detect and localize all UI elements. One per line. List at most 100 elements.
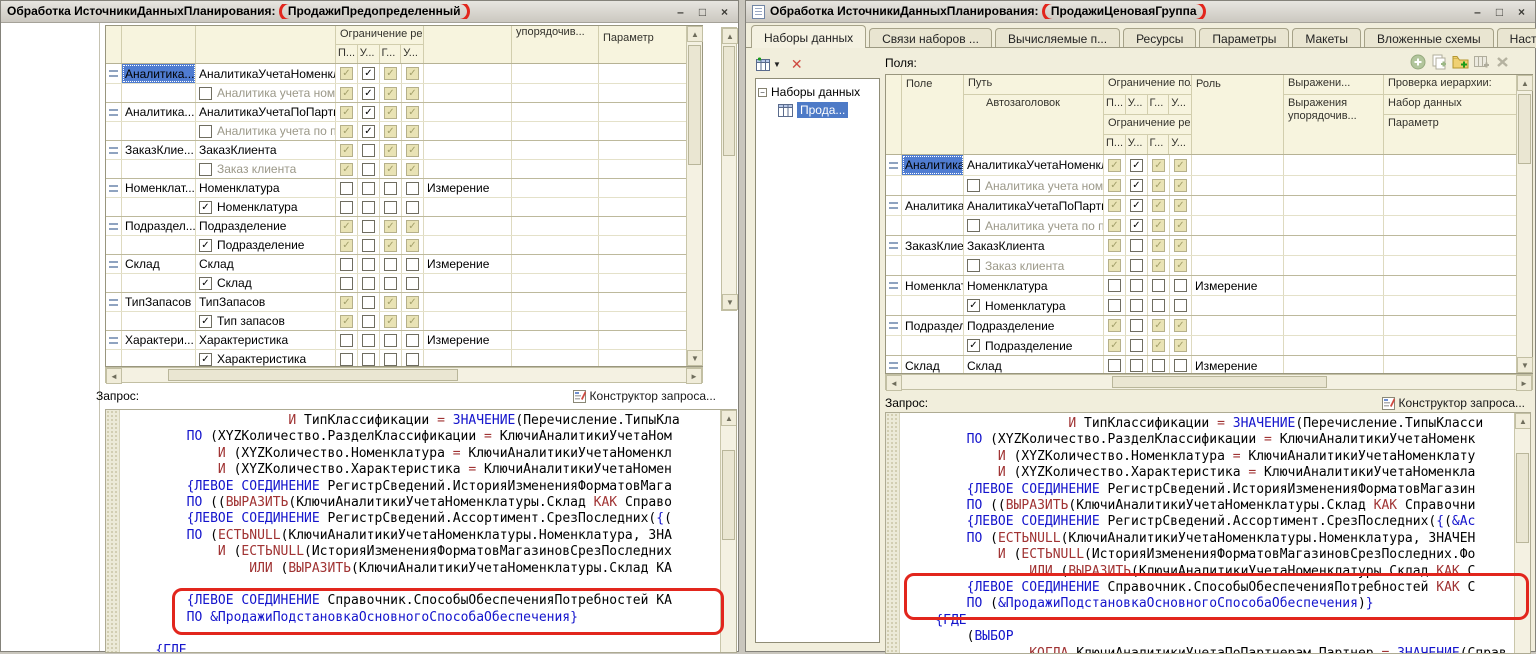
- tree-item-dataset[interactable]: Прода...: [778, 101, 877, 119]
- tab-Настройки[interactable]: Настройки: [1497, 28, 1536, 48]
- checkbox[interactable]: [340, 258, 353, 271]
- maximize-button[interactable]: □: [695, 5, 710, 19]
- parameter-cell[interactable]: [1384, 276, 1516, 295]
- parameter-cell[interactable]: [599, 350, 686, 366]
- expression-cell[interactable]: [1284, 256, 1384, 275]
- checkbox[interactable]: ✓: [362, 87, 375, 100]
- role-cell[interactable]: [1192, 236, 1284, 255]
- checkbox[interactable]: ✓: [406, 220, 419, 233]
- scroll-thumb[interactable]: [1112, 376, 1327, 388]
- grip-icon[interactable]: [109, 299, 118, 306]
- expression-cell[interactable]: [512, 122, 599, 140]
- checkbox[interactable]: ✓: [1108, 219, 1121, 232]
- checkbox[interactable]: ✓: [1152, 319, 1165, 332]
- table-horizontal-scrollbar[interactable]: ◄ ►: [105, 367, 703, 383]
- checkbox[interactable]: [384, 334, 397, 347]
- scroll-up-icon[interactable]: ▲: [721, 410, 737, 426]
- tab-Вычисляемые-п-[interactable]: Вычисляемые п...: [995, 28, 1120, 48]
- table-row[interactable]: Номенклат...НоменклатураИзмерение: [886, 275, 1516, 295]
- tree-item-datasets-root[interactable]: − Наборы данных: [758, 83, 877, 101]
- field-name-cell[interactable]: [902, 176, 964, 195]
- checkbox[interactable]: ✓: [340, 296, 353, 309]
- field-name-cell[interactable]: [122, 350, 196, 366]
- tab-Параметры[interactable]: Параметры: [1199, 28, 1289, 48]
- checkbox[interactable]: ✓: [1108, 319, 1121, 332]
- checkbox[interactable]: [406, 201, 419, 214]
- table-subrow[interactable]: Аналитика учета по па...✓✓✓✓: [886, 215, 1516, 235]
- field-path-cell[interactable]: Номенклатура: [196, 179, 336, 197]
- checkbox[interactable]: [406, 258, 419, 271]
- checkbox[interactable]: ✓: [1130, 199, 1143, 212]
- checkbox[interactable]: [1152, 299, 1165, 312]
- checkbox[interactable]: [1174, 279, 1187, 292]
- checkbox[interactable]: ✓: [384, 125, 397, 138]
- checkbox[interactable]: ✓: [1174, 219, 1187, 232]
- expression-cell[interactable]: [512, 255, 599, 273]
- field-name-cell[interactable]: Склад: [902, 356, 964, 373]
- field-name-cell[interactable]: Номенклат...: [902, 276, 964, 295]
- parameter-cell[interactable]: [599, 84, 686, 102]
- expression-cell[interactable]: [512, 274, 599, 292]
- checkbox[interactable]: [362, 334, 375, 347]
- checkbox[interactable]: [967, 179, 980, 192]
- table-subrow[interactable]: ✓Подразделение✓✓✓: [886, 335, 1516, 355]
- parameter-cell[interactable]: [599, 64, 686, 83]
- expression-cell[interactable]: [512, 84, 599, 102]
- table-vertical-scrollbar[interactable]: ▲ ▼: [686, 26, 702, 366]
- checkbox[interactable]: [1174, 299, 1187, 312]
- table-row[interactable]: Аналитика...АналитикаУчетаНоменкла...✓✓✓…: [886, 155, 1516, 175]
- close-button[interactable]: ×: [717, 5, 732, 19]
- checkbox[interactable]: ✓: [384, 315, 397, 328]
- expression-cell[interactable]: [512, 293, 599, 311]
- checkbox[interactable]: [1152, 359, 1165, 372]
- field-title-cell[interactable]: ✓Склад: [196, 274, 336, 292]
- checkbox[interactable]: [340, 277, 353, 290]
- checkbox[interactable]: ✓: [1152, 179, 1165, 192]
- role-cell[interactable]: [1192, 196, 1284, 215]
- scroll-right-icon[interactable]: ►: [1516, 375, 1532, 391]
- role-cell[interactable]: Измерение: [424, 255, 512, 273]
- field-path-cell[interactable]: АналитикаУчетаНоменкла...: [196, 64, 336, 83]
- field-path-cell[interactable]: Склад: [964, 356, 1104, 373]
- field-name-cell[interactable]: Аналитика...: [122, 64, 196, 83]
- titlebar[interactable]: Обработка ИсточникиДанныхПланирования: П…: [746, 1, 1535, 23]
- role-cell[interactable]: Измерение: [424, 331, 512, 349]
- checkbox[interactable]: ✓: [384, 239, 397, 252]
- role-cell[interactable]: [424, 198, 512, 216]
- checkbox[interactable]: [199, 87, 212, 100]
- expression-cell[interactable]: [512, 64, 599, 83]
- checkbox[interactable]: ✓: [1174, 339, 1187, 352]
- query-text[interactable]: И ТипКлассификации = ЗНАЧЕНИЕ(Перечислен…: [120, 410, 720, 652]
- role-cell[interactable]: Измерение: [1192, 276, 1284, 295]
- checkbox[interactable]: [362, 296, 375, 309]
- checkbox[interactable]: ✓: [362, 106, 375, 119]
- role-cell[interactable]: [424, 274, 512, 292]
- add-field-icon[interactable]: [1410, 54, 1427, 70]
- table-row[interactable]: ТипЗапасовТипЗапасов✓✓✓: [106, 292, 686, 311]
- checkbox[interactable]: [1130, 339, 1143, 352]
- role-cell[interactable]: [1192, 256, 1284, 275]
- checkbox[interactable]: ✓: [340, 163, 353, 176]
- field-path-cell[interactable]: ЗаказКлиента: [196, 141, 336, 159]
- checkbox[interactable]: ✓: [340, 67, 353, 80]
- field-title-cell[interactable]: Аналитика учета по па...: [964, 216, 1104, 235]
- copy-field-icon[interactable]: [1431, 54, 1448, 70]
- table-row[interactable]: Аналитика...АналитикаУчетаПоПартне...✓✓✓…: [106, 102, 686, 121]
- checkbox[interactable]: ✓: [1108, 179, 1121, 192]
- expression-cell[interactable]: [1284, 296, 1384, 315]
- scroll-thumb[interactable]: [1516, 453, 1529, 543]
- table-subrow[interactable]: Аналитика учета номе...✓✓✓✓: [886, 175, 1516, 195]
- field-name-cell[interactable]: Подраздел...: [902, 316, 964, 335]
- parameter-cell[interactable]: [1384, 356, 1516, 373]
- scroll-up-icon[interactable]: ▲: [1515, 413, 1531, 429]
- grip-icon[interactable]: [889, 322, 898, 329]
- field-title-cell[interactable]: ✓Подразделение: [964, 336, 1104, 355]
- field-title-cell[interactable]: ✓Тип запасов: [196, 312, 336, 330]
- grip-icon[interactable]: [109, 70, 118, 77]
- checkbox[interactable]: [362, 182, 375, 195]
- checkbox[interactable]: ✓: [1130, 219, 1143, 232]
- parameter-cell[interactable]: [1384, 176, 1516, 195]
- checkbox[interactable]: [1130, 279, 1143, 292]
- expression-cell[interactable]: [512, 331, 599, 349]
- role-cell[interactable]: [424, 160, 512, 178]
